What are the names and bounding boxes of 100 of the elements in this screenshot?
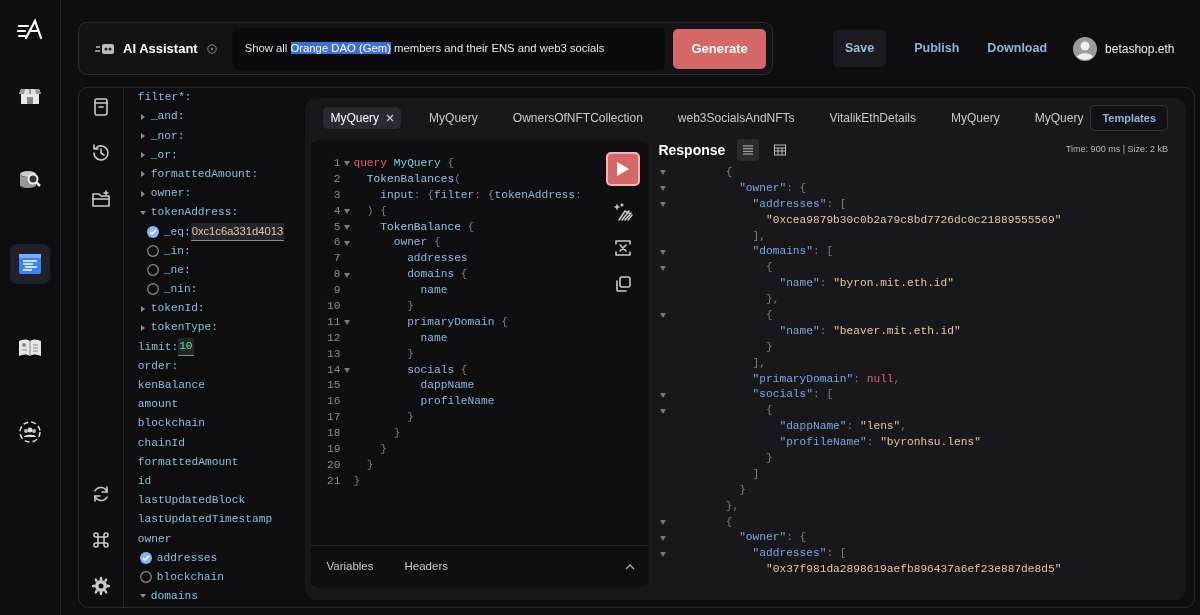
radio-button[interactable] <box>146 245 159 258</box>
query-tab[interactable]: MyQuery <box>323 107 402 129</box>
fold-arrow-icon[interactable] <box>659 313 666 319</box>
tree-label[interactable]: _in: <box>163 242 191 260</box>
fold-arrow-icon[interactable] <box>659 551 666 557</box>
tree-label[interactable]: formattedAmount <box>137 453 239 471</box>
fold-arrow-icon[interactable] <box>659 202 666 208</box>
fold-arrow-icon[interactable] <box>343 225 350 230</box>
fold-arrow-icon[interactable] <box>343 209 350 215</box>
tree-label[interactable]: domains <box>150 588 198 605</box>
line-number: 2 <box>332 171 341 187</box>
radio-button[interactable] <box>146 283 159 296</box>
tree-label[interactable]: limit: <box>137 338 179 356</box>
action-link[interactable]: Download <box>987 39 1048 58</box>
tree-label[interactable]: blockchain <box>156 568 224 586</box>
tree-label[interactable]: owner <box>137 530 172 548</box>
fold-arrow-icon[interactable] <box>659 392 666 398</box>
copy-icon[interactable] <box>613 274 634 294</box>
editor-tab[interactable]: Variables <box>326 558 374 576</box>
caret-icon[interactable] <box>139 152 146 159</box>
prompt-field[interactable]: Show all Orange DAO (Gem) members and their ENS and web3 socials <box>232 27 666 70</box>
fold-arrow-icon[interactable] <box>343 320 350 326</box>
tree-label[interactable]: order: <box>137 357 179 375</box>
tree-label[interactable]: _and: <box>150 108 185 126</box>
json-line: "owner": { <box>738 180 807 196</box>
query-tab[interactable]: MyQuery <box>1027 107 1091 129</box>
caret-icon[interactable] <box>139 190 146 197</box>
value-field[interactable]: 0xc1c6a331d4013 <box>190 223 285 241</box>
tree-label[interactable]: _eq: <box>163 223 191 241</box>
tree-label[interactable]: filter*: <box>137 89 192 106</box>
fold-arrow-icon[interactable] <box>659 249 666 255</box>
help-icon[interactable] <box>206 43 217 54</box>
line-number: 10 <box>326 299 341 314</box>
query-tab[interactable]: MyQuery <box>944 107 1007 129</box>
save-button[interactable]: Save <box>833 30 887 67</box>
radio-button[interactable] <box>146 225 159 238</box>
merge-icon[interactable] <box>613 238 634 258</box>
command-icon[interactable] <box>90 530 111 550</box>
fold-arrow-icon[interactable] <box>659 408 666 414</box>
close-icon[interactable] <box>386 114 395 122</box>
caret-icon[interactable] <box>139 113 146 120</box>
tree-label[interactable]: addresses <box>156 549 218 567</box>
tree-label[interactable]: chainId <box>137 434 185 452</box>
tree-label[interactable]: _nor: <box>150 127 185 145</box>
user-name[interactable]: betashop.eth <box>1105 39 1175 58</box>
tree-label[interactable]: kenBalance <box>137 377 205 394</box>
rail-button[interactable] <box>10 244 50 284</box>
code-line: TokenBalances( <box>365 171 461 187</box>
fold-arrow-icon[interactable] <box>659 535 666 541</box>
tree-label[interactable]: tokenAddress: <box>150 204 239 222</box>
fold-arrow-icon[interactable] <box>343 272 350 278</box>
query-tab[interactable]: MyQuery <box>422 107 485 129</box>
tree-label[interactable]: lastUpdatedTimestamp <box>137 511 273 529</box>
caret-icon[interactable] <box>139 171 146 178</box>
avatar-icon[interactable] <box>1073 36 1098 61</box>
fold-arrow-icon[interactable] <box>659 265 666 271</box>
tree-label[interactable]: _nin: <box>163 281 198 298</box>
tree-label[interactable]: _ne: <box>163 261 191 279</box>
tree-label[interactable]: formattedAmount: <box>150 165 259 183</box>
tree-label[interactable]: lastUpdatedBlock <box>137 492 246 509</box>
tree-label[interactable]: blockchain <box>137 415 205 433</box>
json-line: "dappName": "lens", <box>778 419 907 435</box>
fold-arrow-icon[interactable] <box>659 186 666 192</box>
settings-icon[interactable] <box>90 576 111 596</box>
query-tab[interactable]: web3SocialsAndNFTs <box>670 107 802 129</box>
radio-button[interactable] <box>139 571 152 584</box>
folder-plus-icon[interactable] <box>90 189 111 209</box>
history-icon[interactable] <box>90 143 111 163</box>
tree-label[interactable]: amount <box>137 396 179 413</box>
code-line: dappName <box>419 378 475 394</box>
tree-label[interactable]: id <box>137 472 152 490</box>
radio-button[interactable] <box>146 264 159 277</box>
caret-icon[interactable] <box>139 305 146 312</box>
code-line: socials { <box>406 362 468 378</box>
action-link[interactable]: Publish <box>914 39 960 58</box>
generate-button[interactable]: Generate <box>673 28 766 69</box>
fold-arrow-icon[interactable] <box>659 170 666 176</box>
templates-button[interactable]: Templates <box>1090 104 1168 132</box>
tree-label[interactable]: _or: <box>150 146 178 164</box>
query-tab[interactable]: OwnersOfNFTCollection <box>505 107 650 129</box>
tree-label[interactable]: tokenType: <box>150 319 218 337</box>
caret-icon[interactable] <box>139 209 146 216</box>
query-tab[interactable]: VitalikEthDetails <box>822 107 924 129</box>
line-number: 4 <box>332 203 341 219</box>
tree-label[interactable]: owner: <box>150 185 192 202</box>
fold-arrow-icon[interactable] <box>659 520 666 526</box>
tree-label[interactable]: tokenId: <box>150 300 205 318</box>
fold-arrow-icon[interactable] <box>343 240 350 246</box>
caret-icon[interactable] <box>139 593 146 600</box>
radio-button[interactable] <box>139 552 152 565</box>
caret-icon[interactable] <box>139 324 146 331</box>
chevron-up-icon[interactable] <box>625 564 636 570</box>
caret-icon[interactable] <box>139 132 146 139</box>
run-button[interactable] <box>606 152 641 186</box>
fold-arrow-icon[interactable] <box>343 368 350 373</box>
value-field[interactable]: 10 <box>178 338 194 356</box>
view-toggle[interactable] <box>737 139 760 161</box>
fold-arrow-icon[interactable] <box>343 161 350 167</box>
editor-tab[interactable]: Headers <box>404 558 448 576</box>
sparkle-broom-icon[interactable] <box>613 202 634 222</box>
